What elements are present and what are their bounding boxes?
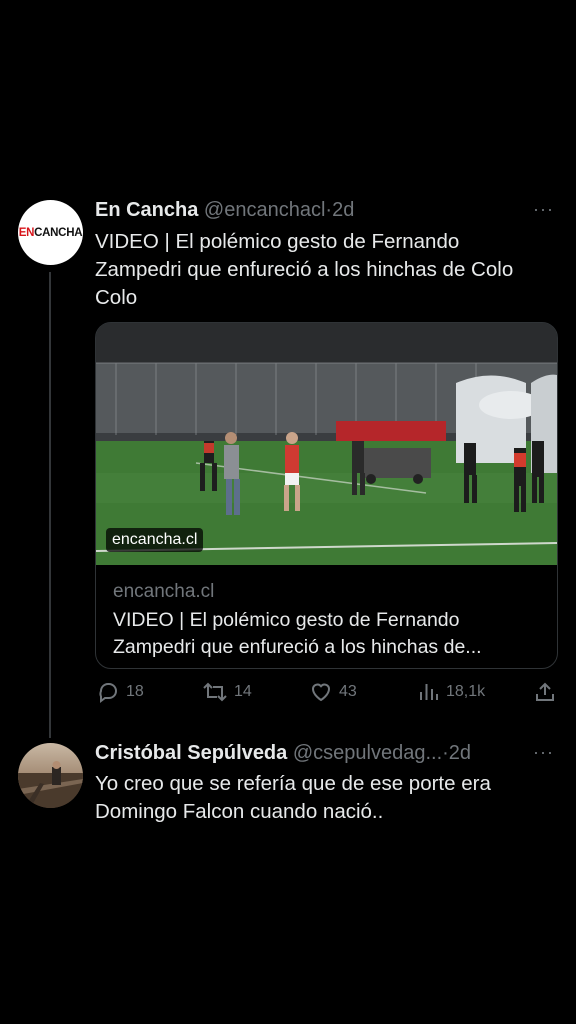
en-cancha-avatar[interactable]: EN CANCHA — [18, 200, 83, 265]
more-options-icon[interactable]: ··· — [533, 742, 554, 763]
video-domain-overlay: encancha.cl — [106, 528, 204, 552]
retweet-button[interactable]: 14 — [202, 680, 252, 704]
tweet-text-line: VIDEO | El polémico gesto de Fernando — [95, 230, 460, 253]
share-button[interactable] — [533, 680, 557, 704]
display-name[interactable]: Cristóbal Sepúlveda — [95, 742, 287, 764]
tweet-text-line: Zampedri que enfureció a los hinchas de … — [95, 258, 514, 281]
handle[interactable]: @csepulvedag... — [293, 742, 442, 764]
card-title-line: Zampedri que enfureció a los hinchas de.… — [113, 636, 482, 658]
views-button[interactable]: 18,1k — [418, 680, 485, 704]
link-card[interactable]: encancha.cl encancha.cl VIDEO | El polém… — [95, 322, 558, 669]
share-icon — [536, 682, 554, 701]
tweet-text-line: Yo creo que se refería que de ese porte … — [95, 772, 491, 795]
tweet-text: VIDEO | El polémico gesto de Fernando Za… — [95, 228, 565, 312]
timestamp[interactable]: 2d — [332, 199, 354, 221]
avatar-logo-cancha: CANCHA — [34, 226, 83, 239]
like-count: 43 — [339, 683, 357, 700]
reply-button[interactable]: 18 — [96, 680, 144, 704]
views-count: 18,1k — [446, 683, 486, 700]
card-domain: encancha.cl — [113, 581, 215, 602]
like-button[interactable]: 43 — [309, 680, 357, 704]
retweet-icon — [203, 682, 227, 702]
card-title: VIDEO | El polémico gesto de Fernando Za… — [113, 607, 543, 661]
display-name[interactable]: En Cancha — [95, 199, 198, 221]
avatar-logo-en: EN — [18, 226, 35, 239]
timestamp[interactable]: 2d — [449, 742, 471, 764]
reply-count: 18 — [126, 683, 144, 700]
tweet-text: Yo creo que se refería que de ese porte … — [95, 770, 565, 826]
views-icon — [420, 684, 438, 700]
more-options-icon[interactable]: ··· — [533, 199, 554, 220]
tweet-text-line: Colo — [95, 286, 138, 309]
avatar-photo-image — [18, 743, 83, 808]
separator-dot: · — [442, 742, 449, 764]
heart-icon — [311, 683, 331, 702]
tweet-header: Cristóbal Sepúlveda @csepulvedag...·2d — [95, 741, 471, 765]
reply-icon — [99, 683, 117, 703]
cristobal-avatar[interactable] — [18, 743, 83, 808]
handle[interactable]: @encanchacl — [204, 199, 325, 221]
retweet-count: 14 — [234, 683, 252, 700]
card-title-line: VIDEO | El polémico gesto de Fernando — [113, 609, 460, 631]
thread-connector-line — [49, 272, 51, 738]
tweet-header: En Cancha @encanchacl·2d — [95, 198, 354, 222]
tweet-text-line: Domingo Falcon cuando nació.. — [95, 800, 384, 823]
